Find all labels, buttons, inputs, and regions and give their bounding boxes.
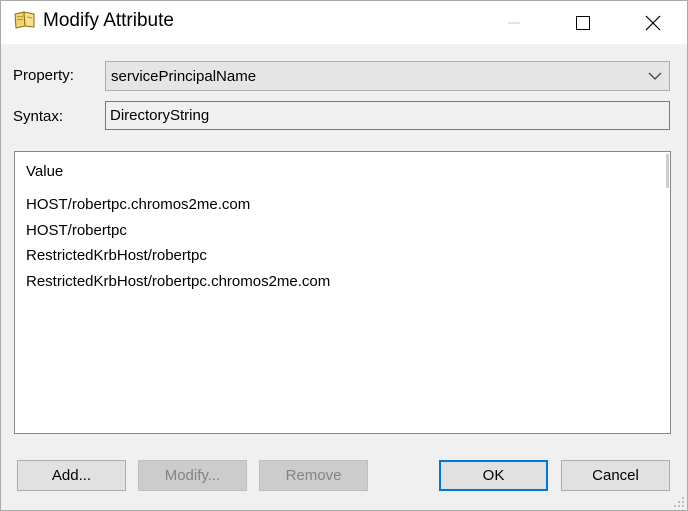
remove-button[interactable]: Remove bbox=[259, 460, 368, 491]
close-button[interactable] bbox=[630, 1, 676, 44]
resize-grip-icon[interactable] bbox=[673, 496, 685, 508]
ok-button[interactable]: OK bbox=[439, 460, 548, 491]
list-scrollbar[interactable] bbox=[666, 154, 669, 188]
syntax-field: DirectoryString bbox=[105, 101, 670, 130]
modify-attribute-dialog: Modify Attribute Property: servicePrinci… bbox=[0, 0, 688, 511]
cancel-button[interactable]: Cancel bbox=[561, 460, 670, 491]
title-bar: Modify Attribute bbox=[1, 1, 687, 44]
maximize-button[interactable] bbox=[560, 1, 606, 44]
value-items: HOST/robertpc.chromos2me.com HOST/robert… bbox=[26, 194, 330, 296]
value-column-header[interactable]: Value bbox=[26, 163, 63, 180]
maximize-icon bbox=[576, 15, 590, 30]
modify-button[interactable]: Modify... bbox=[138, 460, 247, 491]
list-item[interactable]: HOST/robertpc bbox=[26, 220, 330, 246]
property-label: Property: bbox=[13, 67, 74, 84]
close-icon bbox=[645, 15, 661, 30]
property-value: servicePrincipalName bbox=[111, 68, 257, 85]
list-item[interactable]: RestrictedKrbHost/robertpc bbox=[26, 245, 330, 271]
minimize-icon bbox=[508, 22, 520, 23]
values-list[interactable]: Value HOST/robertpc.chromos2me.com HOST/… bbox=[14, 151, 671, 434]
list-item[interactable]: HOST/robertpc.chromos2me.com bbox=[26, 194, 330, 220]
syntax-label: Syntax: bbox=[13, 108, 64, 125]
minimize-button[interactable] bbox=[491, 1, 537, 44]
window-title: Modify Attribute bbox=[43, 10, 174, 31]
open-book-icon bbox=[13, 10, 37, 30]
add-button[interactable]: Add... bbox=[17, 460, 126, 491]
syntax-value: DirectoryString bbox=[110, 107, 210, 124]
chevron-down-icon bbox=[648, 72, 662, 80]
list-item[interactable]: RestrictedKrbHost/robertpc.chromos2me.co… bbox=[26, 271, 330, 297]
property-dropdown[interactable]: servicePrincipalName bbox=[105, 61, 670, 91]
